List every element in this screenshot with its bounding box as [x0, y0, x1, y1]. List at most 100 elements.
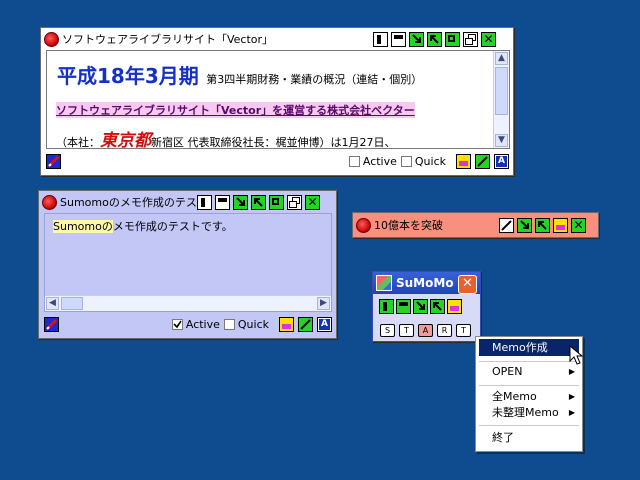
menu-item-label: 未整理Memo — [492, 406, 559, 419]
vector-vertical-scrollbar[interactable]: ▲ ▼ — [493, 51, 509, 148]
layout-horizontal-icon[interactable] — [396, 299, 411, 314]
submenu-arrow-icon: ▶ — [568, 408, 575, 417]
layout-vertical-icon[interactable] — [197, 195, 212, 210]
collapsed-memo-window[interactable]: 10億本を突破 ✕ — [352, 212, 599, 238]
layout-horizontal-icon[interactable] — [215, 195, 230, 210]
resize-icon[interactable] — [445, 32, 460, 47]
menu-item-label: Memo作成 — [492, 341, 548, 354]
highlight-pen-icon[interactable] — [298, 316, 313, 332]
arrow-down-right-icon[interactable] — [517, 218, 532, 233]
quick-checkbox[interactable] — [223, 318, 235, 330]
close-icon[interactable]: ✕ — [481, 32, 496, 47]
collapsed-toolbar: ✕ — [499, 218, 586, 233]
vector-address-line: （本社：東京都新宿区 代表取締役社長：梶並伸博）は1月27日、 — [56, 126, 396, 151]
memo-app-icon[interactable] — [44, 31, 59, 47]
scroll-right-arrow-icon[interactable]: ▶ — [317, 297, 330, 310]
tag-t-button[interactable]: T — [399, 324, 414, 337]
active-checkbox[interactable] — [348, 155, 360, 167]
edit-pen-icon[interactable] — [44, 316, 59, 332]
tag-a-button[interactable]: A — [418, 324, 433, 337]
vector-toolbar: ✕ — [373, 32, 496, 47]
memo-text-rest: メモ作成のテストです。 — [112, 220, 233, 233]
sumomo-horizontal-scrollbar[interactable]: ◀ ▶ — [45, 295, 331, 311]
sumomo-memo-content[interactable]: Sumomoのメモ作成のテストです。 ◀ ▶ — [44, 213, 332, 312]
memo-app-icon[interactable] — [42, 194, 57, 210]
vector-headline: 平成18年3月期 — [57, 64, 199, 88]
font-style-icon[interactable]: A — [317, 316, 332, 332]
color-palette-icon[interactable] — [553, 218, 568, 233]
scroll-thumb[interactable] — [495, 67, 508, 115]
copy-window-icon[interactable] — [287, 195, 302, 210]
context-menu: Memo作成 OPEN ▶ 全Memo ▶ 未整理Memo ▶ 終了 — [475, 336, 583, 452]
submenu-arrow-icon: ▶ — [568, 392, 575, 401]
arrow-up-left-icon[interactable] — [251, 195, 266, 210]
quick-label: Quick — [414, 154, 446, 168]
layout-vertical-icon[interactable] — [373, 32, 388, 47]
tag-r-button[interactable]: R — [437, 324, 452, 337]
menu-item-unsorted-memo[interactable]: 未整理Memo ▶ — [479, 404, 579, 421]
launcher-app-icon — [376, 275, 392, 291]
edit-pen-icon[interactable] — [46, 153, 61, 169]
sumomo-memo-window[interactable]: Sumomoのメモ作成のテスト ✕ Sumomoのメモ作成のテストです。 ◀ ▶… — [38, 190, 337, 339]
active-label: Active — [185, 317, 220, 331]
close-icon[interactable]: ✕ — [571, 218, 586, 233]
font-style-icon[interactable]: A — [494, 153, 509, 169]
active-checkbox[interactable] — [171, 318, 183, 330]
vector-company-link[interactable]: ソフトウェアライブラリサイト「Vector」を運営する株式会社ベクター — [56, 102, 415, 118]
menu-item-label: 終了 — [492, 431, 514, 444]
menu-separator — [479, 425, 579, 426]
vector-headline-line: 平成18年3月期 第3四半期財務・業績の概況（連結・個別） — [57, 60, 422, 89]
resize-icon[interactable] — [269, 195, 284, 210]
sumomo-toolbar: ✕ — [197, 195, 320, 210]
copy-window-icon[interactable] — [463, 32, 478, 47]
vector-memo-content[interactable]: 平成18年3月期 第3四半期財務・業績の概況（連結・個別） ソフトウェアライブラ… — [46, 50, 510, 151]
menu-separator — [479, 361, 579, 362]
sumomo-window-title: Sumomoのメモ作成のテスト — [60, 196, 200, 209]
vector-subhead: 第3四半期財務・業績の概況（連結・個別） — [206, 73, 423, 86]
menu-item-all-memo[interactable]: 全Memo ▶ — [479, 388, 579, 405]
scroll-down-arrow-icon[interactable]: ▼ — [495, 134, 508, 147]
active-label: Active — [362, 154, 397, 168]
launcher-tag-row: S T A R T — [380, 324, 471, 337]
memo-app-icon[interactable] — [356, 217, 371, 233]
vector-bottom-bar: Active Quick A — [41, 150, 513, 172]
mouse-cursor-icon — [569, 345, 583, 365]
menu-item-label: 全Memo — [492, 390, 537, 403]
city-name: 東京都 — [100, 131, 151, 151]
launcher-close-icon[interactable]: ✕ — [458, 275, 477, 294]
menu-item-memo-create[interactable]: Memo作成 — [479, 339, 579, 356]
launcher-toolbar — [379, 299, 462, 314]
launcher-title-bar[interactable]: SuMoMo ✕ — [373, 272, 480, 294]
sumomo-launcher[interactable]: SuMoMo ✕ S T A R T — [372, 271, 481, 342]
quick-label: Quick — [237, 317, 269, 331]
tag-t2-button[interactable]: T — [456, 324, 471, 337]
launcher-title: SuMoMo — [396, 276, 454, 290]
arrow-up-left-icon[interactable] — [430, 299, 445, 314]
highlight-pen-icon[interactable] — [499, 218, 514, 233]
menu-item-open[interactable]: OPEN ▶ — [479, 363, 579, 380]
address-rest: 新宿区 代表取締役社長：梶並伸博）は1月27日、 — [151, 136, 396, 149]
layout-vertical-icon[interactable] — [379, 299, 394, 314]
sumomo-memo-text: Sumomoのメモ作成のテストです。 — [53, 218, 233, 234]
arrow-down-right-icon[interactable] — [233, 195, 248, 210]
sumomo-bottom-bar: Active Quick A — [39, 313, 336, 335]
tag-s-button[interactable]: S — [380, 324, 395, 337]
scroll-up-arrow-icon[interactable]: ▲ — [495, 52, 508, 65]
color-palette-icon[interactable] — [447, 299, 462, 314]
menu-item-exit[interactable]: 終了 — [479, 429, 579, 446]
highlight-pen-icon[interactable] — [475, 153, 490, 169]
menu-separator — [479, 385, 579, 386]
vector-memo-window[interactable]: ソフトウェアライブラリサイト「Vector」 ✕ 平成18年3月期 第3四半期財… — [40, 27, 514, 176]
arrow-up-left-icon[interactable] — [535, 218, 550, 233]
layout-horizontal-icon[interactable] — [391, 32, 406, 47]
arrow-up-left-icon[interactable] — [427, 32, 442, 47]
scroll-left-arrow-icon[interactable]: ◀ — [46, 297, 59, 310]
color-palette-icon[interactable] — [279, 316, 294, 332]
close-icon[interactable]: ✕ — [305, 195, 320, 210]
quick-checkbox[interactable] — [400, 155, 412, 167]
arrow-down-right-icon[interactable] — [409, 32, 424, 47]
arrow-down-right-icon[interactable] — [413, 299, 428, 314]
color-palette-icon[interactable] — [456, 153, 471, 169]
vector-window-title: ソフトウェアライブラリサイト「Vector」 — [62, 33, 274, 46]
scroll-thumb[interactable] — [61, 297, 83, 310]
